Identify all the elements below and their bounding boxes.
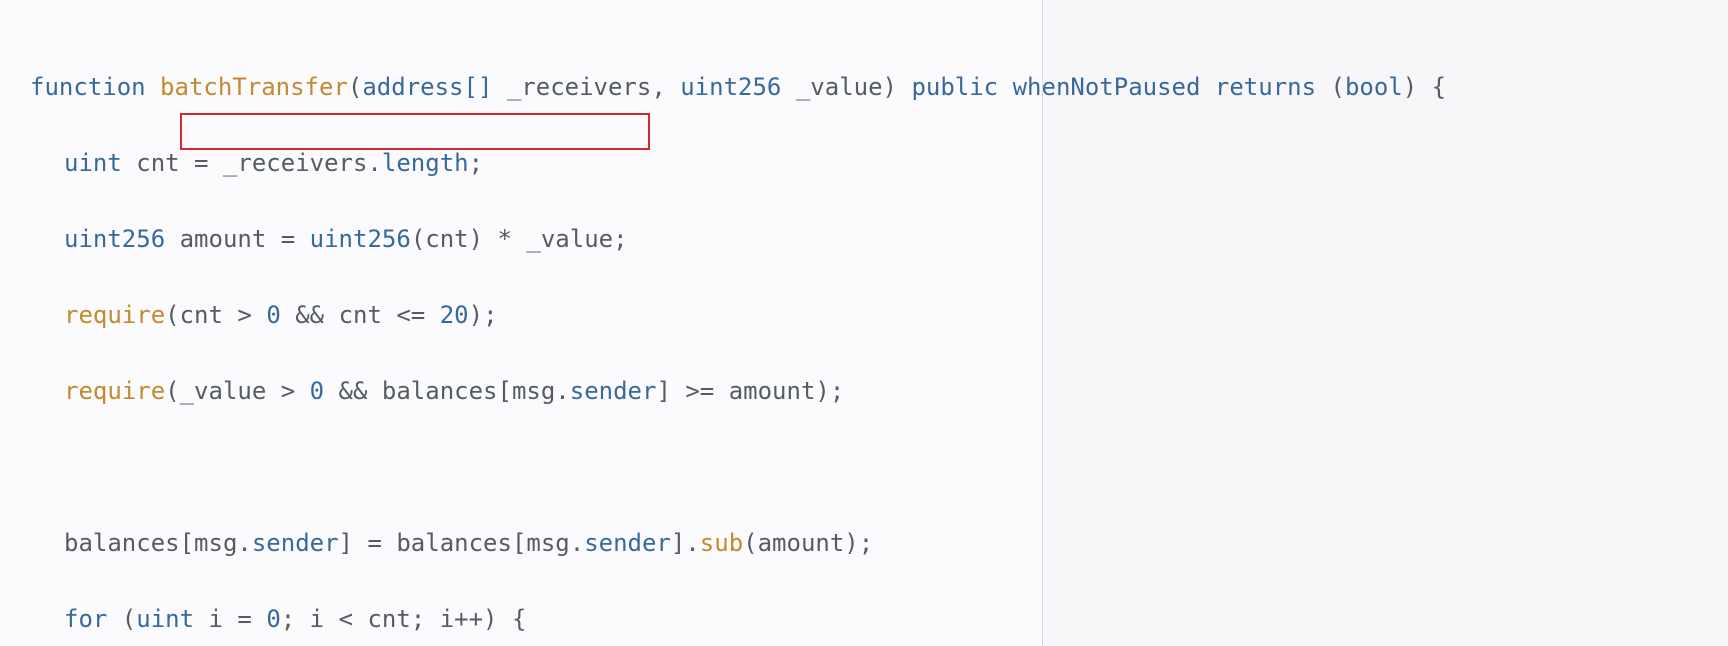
overflow-expression: amount = bbox=[180, 225, 310, 253]
code-line-7: balances[msg.sender] = balances[msg.send… bbox=[30, 524, 1042, 562]
code-line-1: function batchTransfer(address[] _receiv… bbox=[30, 68, 1042, 106]
type-uint: uint bbox=[136, 605, 194, 633]
type-uint: uint bbox=[64, 149, 122, 177]
code-line-3: uint256 amount = uint256(cnt) * _value; bbox=[30, 220, 1042, 258]
keyword-returns: returns bbox=[1215, 73, 1316, 101]
type-uint256: uint256 bbox=[680, 73, 781, 101]
code-line-8: for (uint i = 0; i < cnt; i++) { bbox=[30, 600, 1042, 638]
function-name: batchTransfer bbox=[160, 73, 348, 101]
prop-length: length bbox=[382, 149, 469, 177]
code-line-blank bbox=[30, 448, 1042, 486]
call-require: require bbox=[64, 301, 165, 329]
call-require: require bbox=[64, 377, 165, 405]
keyword-public: public bbox=[911, 73, 998, 101]
code-line-2: uint cnt = _receivers.length; bbox=[30, 144, 1042, 182]
call-sub: sub bbox=[700, 529, 743, 557]
code-line-4: require(cnt > 0 && cnt <= 20); bbox=[30, 296, 1042, 334]
prop-sender: sender bbox=[584, 529, 671, 557]
code-snippet: function batchTransfer(address[] _receiv… bbox=[0, 0, 1043, 646]
prop-sender: sender bbox=[570, 377, 657, 405]
type-bool: bool bbox=[1345, 73, 1403, 101]
type-address-array: address[] bbox=[362, 73, 492, 101]
keyword-function: function bbox=[30, 73, 146, 101]
keyword-for: for bbox=[64, 605, 107, 633]
code-line-5: require(_value > 0 && balances[msg.sende… bbox=[30, 372, 1042, 410]
prop-sender: sender bbox=[252, 529, 339, 557]
modifier-whennotpaused: whenNotPaused bbox=[1013, 73, 1201, 101]
type-uint256: uint256 bbox=[64, 225, 165, 253]
